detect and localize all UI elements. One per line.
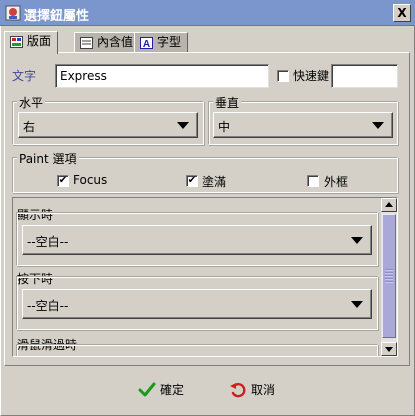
- border-label: 外框: [324, 175, 349, 189]
- layout-icon: [10, 36, 23, 48]
- chevron-down-icon: [351, 237, 363, 244]
- svg-text:A: A: [143, 39, 150, 49]
- vertical-scrollbar[interactable]: [381, 198, 397, 356]
- shortcut-label: 快速鍵: [293, 69, 330, 83]
- scroll-up-button[interactable]: [381, 198, 397, 212]
- window-title: 選擇鈕屬性: [24, 9, 90, 24]
- text-label: 文字: [12, 69, 37, 83]
- tab-font[interactable]: A 字型: [134, 32, 189, 53]
- tab-content[interactable]: 內含值: [74, 32, 141, 53]
- text-input[interactable]: Express: [55, 64, 269, 88]
- title-bar: 選擇鈕屬性 X: [0, 0, 415, 26]
- check-icon: ✔: [187, 175, 197, 186]
- close-icon: X: [397, 6, 407, 20]
- horizontal-value: 右: [23, 120, 36, 134]
- vertical-value: 中: [218, 120, 231, 134]
- fill-checkbox[interactable]: ✔: [186, 175, 198, 187]
- state-group-hover: [16, 344, 378, 356]
- tab-font-label: 字型: [157, 35, 182, 49]
- arrow-down-icon: [385, 347, 393, 352]
- vertical-group: 垂直 中: [208, 94, 398, 145]
- chevron-down-icon: [372, 122, 384, 129]
- content-icon: [80, 37, 93, 49]
- tab-layout-label: 版面: [27, 34, 52, 48]
- state-group-show: --空白--: [16, 212, 378, 266]
- shortcut-input[interactable]: [331, 64, 398, 88]
- tab-layout[interactable]: 版面: [4, 31, 59, 54]
- press-state-select[interactable]: --空白--: [22, 289, 372, 319]
- press-state-value: --空白--: [27, 299, 69, 313]
- vertical-label: 垂直: [213, 94, 242, 111]
- arrow-up-icon: [385, 202, 393, 207]
- paint-options-group: Paint 選項 ✔ Focus ✔ 塗滿 外框: [12, 150, 398, 193]
- undo-icon: [230, 383, 246, 398]
- border-checkbox[interactable]: [307, 175, 319, 187]
- focus-label: Focus: [73, 173, 108, 187]
- ok-label: 確定: [160, 383, 185, 397]
- tab-content-label: 內含值: [97, 35, 134, 49]
- state-list: 顯示時 --空白-- 按下時 --空白-- 滑鼠滑過時: [13, 198, 381, 356]
- fill-label: 塗滿: [202, 175, 227, 189]
- text-input-value: Express: [60, 69, 107, 83]
- horizontal-select[interactable]: 右: [18, 112, 198, 138]
- state-group-press: --空白--: [16, 276, 378, 330]
- state-scroll-area[interactable]: 顯示時 --空白-- 按下時 --空白-- 滑鼠滑過時: [12, 197, 398, 357]
- cancel-label: 取消: [251, 383, 276, 397]
- app-icon: [5, 5, 21, 21]
- paint-options-label: Paint 選項: [17, 150, 79, 167]
- show-state-select[interactable]: --空白--: [22, 225, 372, 255]
- chevron-down-icon: [351, 301, 363, 308]
- check-icon: ✔: [58, 175, 68, 186]
- scroll-thumb[interactable]: [382, 214, 396, 338]
- scroll-down-button[interactable]: [381, 342, 397, 356]
- close-button[interactable]: X: [393, 4, 411, 22]
- ok-button[interactable]: 確定: [138, 379, 198, 401]
- grip-icon: [385, 269, 393, 283]
- chevron-down-icon: [177, 122, 189, 129]
- font-icon: A: [140, 37, 153, 49]
- show-state-value: --空白--: [27, 235, 69, 249]
- horizontal-label: 水平: [17, 94, 46, 111]
- horizontal-group: 水平 右: [12, 94, 204, 145]
- focus-checkbox[interactable]: ✔: [57, 175, 69, 187]
- cancel-button[interactable]: 取消: [229, 379, 289, 401]
- vertical-select[interactable]: 中: [213, 112, 393, 138]
- shortcut-checkbox[interactable]: [277, 70, 289, 82]
- checkmark-icon: [138, 382, 156, 397]
